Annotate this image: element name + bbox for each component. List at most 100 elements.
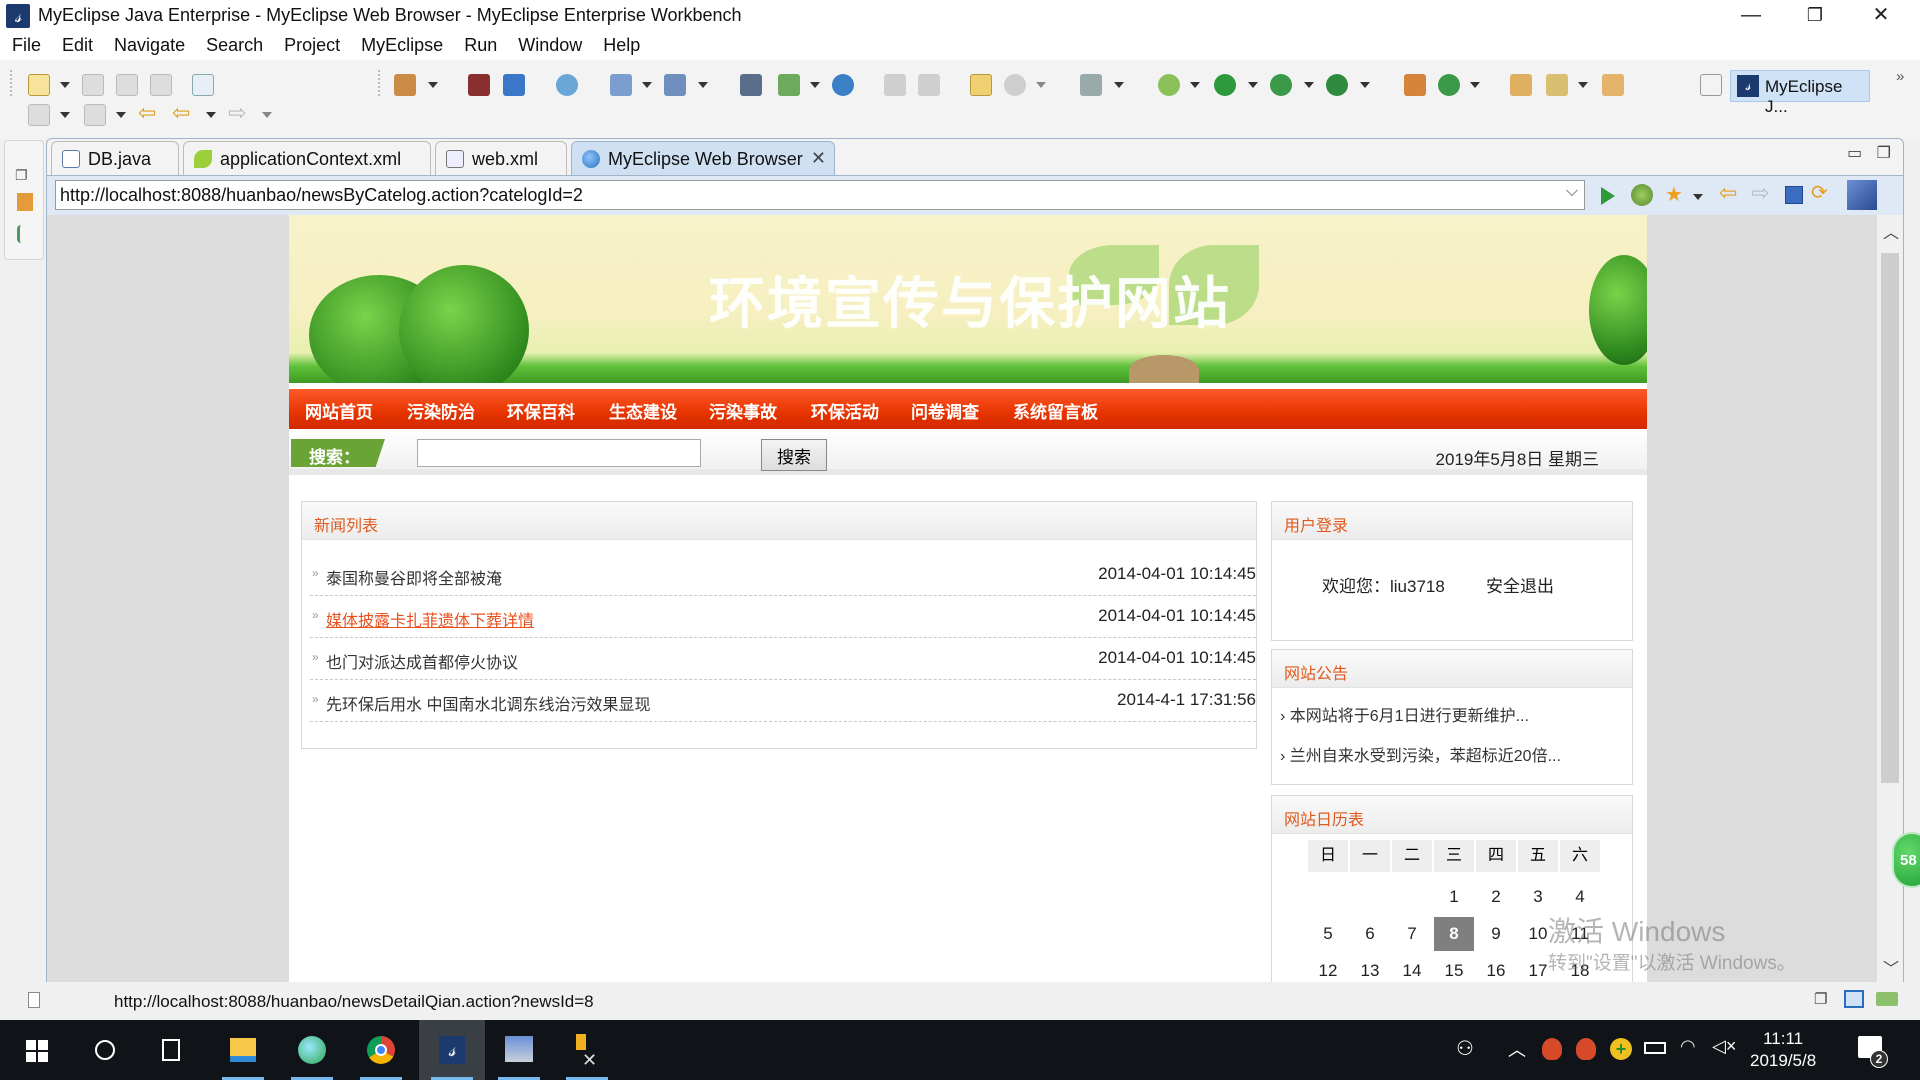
notice-text[interactable]: 本网站将于6月1日进行更新维护... <box>1290 708 1529 725</box>
calendar-day[interactable]: 2 <box>1476 880 1516 914</box>
new-dropdown-icon[interactable] <box>60 82 70 88</box>
scrollbar-thumb[interactable] <box>1881 253 1899 783</box>
battery-icon[interactable] <box>1644 1042 1666 1054</box>
new-enterprise-icon[interactable] <box>503 74 525 96</box>
wizard-icon[interactable] <box>610 74 632 96</box>
browser-globe-icon[interactable] <box>832 74 854 96</box>
calendar-day[interactable]: 4 <box>1560 880 1600 914</box>
nav-encyclopedia[interactable]: 环保百科 <box>507 398 575 423</box>
back-dropdown-icon[interactable] <box>206 112 216 118</box>
save-icon[interactable] <box>82 74 104 96</box>
start-button[interactable] <box>8 1020 66 1080</box>
restore-view-icon[interactable]: ❐ <box>15 167 28 184</box>
url-input[interactable] <box>60 183 1550 207</box>
dropdown-icon[interactable] <box>60 112 70 118</box>
system-clock[interactable]: 11:11 2019/5/8 <box>1750 1028 1816 1072</box>
save-all-icon[interactable] <box>116 74 138 96</box>
nav-survey[interactable]: 问卷调查 <box>911 398 979 423</box>
scroll-up-icon[interactable]: ︿ <box>1883 219 1899 243</box>
task-view-button[interactable] <box>142 1020 200 1080</box>
prev-annotation-icon[interactable] <box>84 104 106 126</box>
test-icon[interactable] <box>664 74 686 96</box>
taskbar-tools[interactable]: ✕ <box>558 1020 616 1080</box>
web-service-icon[interactable] <box>556 74 578 96</box>
bookmark-dropdown-icon[interactable] <box>1693 194 1703 200</box>
qq-tray-icon[interactable] <box>1576 1038 1596 1060</box>
notice-text[interactable]: 兰州自来水受到污染，苯超标近20倍... <box>1290 748 1561 765</box>
calendar-day[interactable]: 3 <box>1518 880 1558 914</box>
calendar-day[interactable]: 13 <box>1350 954 1390 983</box>
nav-guestbook[interactable]: 系统留言板 <box>1013 398 1098 423</box>
print-icon[interactable] <box>150 74 172 96</box>
menu-project[interactable]: Project <box>272 32 349 56</box>
taskbar-myeclipse[interactable]: 𝓈 <box>419 1020 485 1080</box>
dropdown-icon[interactable] <box>116 112 126 118</box>
news-title-link[interactable]: 泰国称曼谷即将全部被淹 <box>326 565 502 589</box>
restore-button[interactable]: ❐ <box>1792 0 1838 32</box>
more-perspectives-icon[interactable]: » <box>1896 68 1904 85</box>
floating-speed-badge[interactable]: 58 <box>1892 832 1920 888</box>
new-web-project-icon[interactable] <box>394 74 416 96</box>
close-tab-icon[interactable]: ✕ <box>811 148 826 169</box>
calendar-day-today[interactable]: 8 <box>1434 917 1474 951</box>
hierarchy-icon[interactable] <box>17 225 33 243</box>
dropdown-icon[interactable] <box>1578 82 1588 88</box>
calendar-day[interactable]: 14 <box>1392 954 1432 983</box>
run-history-icon[interactable] <box>1270 74 1292 96</box>
security-360-icon[interactable]: + <box>1610 1038 1632 1060</box>
calendar-day[interactable]: 12 <box>1308 954 1348 983</box>
menu-navigate[interactable]: Navigate <box>102 32 194 56</box>
open-project-icon[interactable] <box>1510 74 1532 96</box>
tab-application-context[interactable]: applicationContext.xml <box>183 141 431 175</box>
menu-help[interactable]: Help <box>591 32 649 56</box>
new-ejb-icon[interactable] <box>468 74 490 96</box>
volume-muted-icon[interactable]: ◁× <box>1712 1036 1736 1057</box>
search-input[interactable] <box>417 439 701 467</box>
calendar-day[interactable]: 7 <box>1392 917 1432 951</box>
go-icon[interactable] <box>1601 187 1615 205</box>
new-java-class-icon[interactable] <box>1438 74 1460 96</box>
wifi-icon[interactable]: ◠ <box>1680 1036 1696 1057</box>
binary-icon[interactable] <box>192 74 214 96</box>
menu-search[interactable]: Search <box>194 32 272 56</box>
debug-dropdown-icon[interactable] <box>1190 82 1200 88</box>
calendar-day[interactable]: 16 <box>1476 954 1516 983</box>
report-icon[interactable] <box>970 74 992 96</box>
url-history-dropdown-icon[interactable]: ⌵ <box>1566 183 1578 201</box>
menu-run[interactable]: Run <box>452 32 506 56</box>
tab-myeclipse-web-browser[interactable]: MyEclipse Web Browser ✕ <box>571 141 835 175</box>
back-icon[interactable]: ⇦ <box>172 100 190 126</box>
nav-activities[interactable]: 环保活动 <box>811 398 879 423</box>
servers-icon[interactable] <box>1876 992 1898 1006</box>
package-explorer-icon[interactable] <box>17 193 33 211</box>
news-title-link[interactable]: 先环保后用水 中国南水北调东线治污效果显现 <box>326 691 650 715</box>
console-icon[interactable] <box>1844 990 1864 1008</box>
run-icon[interactable] <box>1214 74 1236 96</box>
taskbar-chrome[interactable] <box>352 1020 410 1080</box>
news-title-link[interactable]: 媒体披露卡扎菲遗体下葬详情 <box>326 607 534 631</box>
minimize-view-icon[interactable]: ▭ <box>1847 145 1862 162</box>
nav-pollution-control[interactable]: 污染防治 <box>407 398 475 423</box>
nav-home[interactable]: 网站首页 <box>305 398 373 423</box>
calendar-day[interactable]: 6 <box>1350 917 1390 951</box>
search-button[interactable]: 搜索 <box>761 439 827 471</box>
refresh-icon[interactable]: ⟳ <box>1811 180 1828 205</box>
maximize-view-icon[interactable]: ❐ <box>1877 145 1891 162</box>
edit-pen-icon[interactable] <box>1546 74 1568 96</box>
calendar-day[interactable]: 1 <box>1434 880 1474 914</box>
minimize-button[interactable]: — <box>1728 0 1774 32</box>
deploy-icon[interactable] <box>740 74 762 96</box>
camera-icon[interactable] <box>1080 74 1102 96</box>
bookmark-star-icon[interactable]: ★ <box>1665 182 1683 207</box>
notice-item[interactable]: › 本网站将于6月1日进行更新维护... <box>1280 702 1529 726</box>
show-hidden-icons-chevron[interactable]: ︿ <box>1508 1036 1526 1062</box>
dropdown-icon[interactable] <box>642 82 652 88</box>
browser-back-icon[interactable]: ⇦ <box>1719 180 1737 206</box>
news-title-link[interactable]: 也门对派达成首都停火协议 <box>326 649 518 673</box>
dropdown-icon[interactable] <box>1304 82 1314 88</box>
dropdown-icon[interactable] <box>810 82 820 88</box>
dropdown-icon[interactable] <box>698 82 708 88</box>
menu-window[interactable]: Window <box>506 32 591 56</box>
restore-view-icon[interactable]: ❐ <box>1814 990 1827 1008</box>
menu-myeclipse[interactable]: MyEclipse <box>349 32 452 56</box>
